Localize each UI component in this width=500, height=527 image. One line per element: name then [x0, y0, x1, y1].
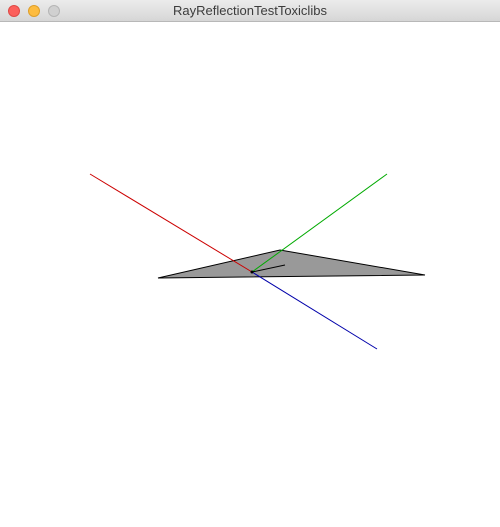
app-window: RayReflectionTestToxiclibs	[0, 0, 500, 522]
incident-ray	[89, 173, 253, 273]
continued-ray	[251, 271, 378, 350]
sketch-canvas[interactable]	[0, 22, 500, 522]
window-title: RayReflectionTestToxiclibs	[173, 3, 327, 18]
title-bar[interactable]: RayReflectionTestToxiclibs	[0, 0, 500, 22]
scene-svg	[89, 173, 426, 350]
reflection-plane	[157, 249, 426, 279]
intersection-point	[250, 270, 254, 274]
